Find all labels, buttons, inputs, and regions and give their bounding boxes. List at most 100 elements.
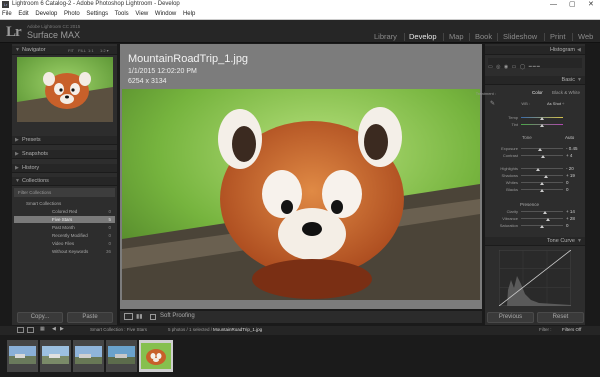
menu-file[interactable]: File xyxy=(2,11,12,17)
reset-button[interactable]: Reset xyxy=(537,312,584,323)
snapshots-header[interactable]: ▶ Snapshots xyxy=(12,150,117,159)
shadows-slider-thumb[interactable] xyxy=(544,175,548,178)
zoom-1-1[interactable]: 1:1 xyxy=(88,46,94,55)
contrast-slider-thumb[interactable] xyxy=(541,155,545,158)
paste-button[interactable]: Paste xyxy=(67,312,113,323)
collection-colored-red[interactable]: Colored Red 0 xyxy=(14,208,115,215)
treatment-bw[interactable]: Black & White xyxy=(552,90,580,95)
grid-view-icon[interactable]: ▦ xyxy=(40,326,45,332)
module-print[interactable]: Print xyxy=(550,32,565,41)
blacks-label: Blacks xyxy=(506,187,518,192)
clarity-value[interactable]: + 14 xyxy=(566,209,575,214)
vibrance-value[interactable]: + 28 xyxy=(566,216,575,221)
highlights-slider-thumb[interactable] xyxy=(536,168,540,171)
previous-button[interactable]: Previous xyxy=(487,312,534,323)
tone-curve-header[interactable]: Tone Curve ▼ xyxy=(485,237,585,246)
highlights-label: Highlights xyxy=(500,166,518,171)
menu-help[interactable]: Help xyxy=(183,11,195,17)
module-develop[interactable]: Develop xyxy=(409,32,437,41)
shadows-label: Shadows xyxy=(501,173,518,178)
smart-collections-folder[interactable]: Smart Collections xyxy=(14,200,115,207)
highlights-value[interactable]: - 20 xyxy=(566,166,574,171)
module-map[interactable]: Map xyxy=(449,32,464,41)
tone-auto-button[interactable]: Auto xyxy=(565,135,574,140)
collapse-triangle-icon: ▼ xyxy=(15,47,20,53)
temp-label: Temp xyxy=(508,115,518,120)
minimize-button[interactable]: — xyxy=(550,0,557,9)
clarity-slider-thumb[interactable] xyxy=(543,211,547,214)
filter-collections-field[interactable]: Filter Collections xyxy=(14,188,115,197)
exposure-slider[interactable] xyxy=(521,148,563,149)
tint-slider-thumb[interactable] xyxy=(540,124,544,127)
collection-five-stars[interactable]: Five Stars 5 xyxy=(14,216,115,223)
clarity-slider[interactable] xyxy=(521,211,563,212)
menu-view[interactable]: View xyxy=(135,11,148,17)
highlights-slider[interactable] xyxy=(521,168,563,169)
menu-tools[interactable]: Tools xyxy=(115,11,129,17)
saturation-slider-thumb[interactable] xyxy=(540,225,544,228)
menu-settings[interactable]: Settings xyxy=(86,11,108,17)
collections-header[interactable]: ▼ Collections xyxy=(12,177,117,186)
module-book[interactable]: Book xyxy=(475,32,492,41)
before-after-icon[interactable]: ▮▮ xyxy=(136,313,143,320)
basic-header[interactable]: Basic ▼ xyxy=(485,76,585,85)
tone-curve-graph[interactable] xyxy=(499,250,571,306)
collection-video-files[interactable]: Video Files 0 xyxy=(14,240,115,247)
wb-select[interactable]: As Shot ÷ xyxy=(547,101,564,106)
presence-label: Presence xyxy=(520,202,540,207)
soft-proofing-label: Soft Proofing xyxy=(160,313,195,319)
maximize-button[interactable]: ▢ xyxy=(569,0,576,9)
page-1-button[interactable] xyxy=(17,327,24,333)
page-2-button[interactable] xyxy=(27,327,34,333)
menu-window[interactable]: Window xyxy=(155,11,176,17)
saturation-value[interactable]: 0 xyxy=(566,223,569,228)
module-library[interactable]: Library xyxy=(374,32,397,41)
zoom-fill[interactable]: FILL xyxy=(78,46,86,55)
menu-develop[interactable]: Develop xyxy=(35,11,57,17)
forward-arrow-icon[interactable]: ▶ xyxy=(60,326,64,332)
whites-value[interactable]: 0 xyxy=(566,180,569,185)
contrast-value[interactable]: + 4 xyxy=(566,153,572,158)
module-separator xyxy=(572,33,573,41)
menu-edit[interactable]: Edit xyxy=(18,11,28,17)
eyedropper-icon[interactable]: ✎ xyxy=(490,100,495,107)
soft-proofing-checkbox[interactable] xyxy=(150,314,156,320)
tool-strip[interactable]: ▭ ◎ ◉ ▭ ◯ ━━━ xyxy=(488,64,582,70)
filmstrip-thumbnails[interactable] xyxy=(7,340,173,372)
navigator-preview[interactable] xyxy=(17,57,113,122)
temp-slider-thumb[interactable] xyxy=(540,117,544,120)
zoom-1-2[interactable]: 1:2 ▾ xyxy=(100,46,109,55)
presets-header[interactable]: ▶ Presets xyxy=(12,136,117,145)
module-web[interactable]: Web xyxy=(578,32,593,41)
main-photo[interactable] xyxy=(122,89,480,300)
photo-dimensions: 6254 x 3134 xyxy=(128,78,167,85)
history-header[interactable]: ▶ History xyxy=(12,164,117,173)
collection-past-month[interactable]: Past Month 0 xyxy=(14,224,115,231)
back-arrow-icon[interactable]: ◀ xyxy=(52,326,56,332)
treatment-color[interactable]: Color xyxy=(532,90,543,95)
blacks-slider-thumb[interactable] xyxy=(540,189,544,192)
exposure-slider-thumb[interactable] xyxy=(538,148,542,151)
collection-recently-modified[interactable]: Recently Modified 0 xyxy=(14,232,115,239)
module-slideshow[interactable]: Slideshow xyxy=(503,32,537,41)
vibrance-slider-thumb[interactable] xyxy=(546,218,550,221)
exposure-value[interactable]: - 0.45 xyxy=(566,146,578,151)
copy-button[interactable]: Copy... xyxy=(17,312,63,323)
shadows-slider[interactable] xyxy=(521,175,563,176)
zoom-fit[interactable]: FIT xyxy=(68,46,74,55)
vibrance-slider[interactable] xyxy=(521,218,563,219)
close-button[interactable]: ✕ xyxy=(588,0,594,9)
navigator-header[interactable]: ▼ Navigator FIT FILL 1:1 1:2 ▾ xyxy=(12,46,117,55)
presence-sliders: Clarity + 14 Vibrance + 28 Saturation 0 xyxy=(485,209,585,231)
shadows-value[interactable]: + 19 xyxy=(566,173,575,178)
menu-photo[interactable]: Photo xyxy=(64,11,80,17)
filter-select[interactable]: Filters Off xyxy=(562,327,581,332)
filmstrip-source[interactable]: Smart Collection : Five Stars xyxy=(90,327,147,332)
photo-date: 1/1/2015 12:02:20 PM xyxy=(128,68,197,75)
loupe-view-icon[interactable] xyxy=(124,313,133,320)
collection-without-keywords[interactable]: Without Keywords 36 xyxy=(14,248,115,255)
whites-label: Whites xyxy=(505,180,518,185)
blacks-value[interactable]: 0 xyxy=(566,187,569,192)
histogram-header[interactable]: Histogram ◀ xyxy=(485,46,585,55)
whites-slider-thumb[interactable] xyxy=(540,182,544,185)
